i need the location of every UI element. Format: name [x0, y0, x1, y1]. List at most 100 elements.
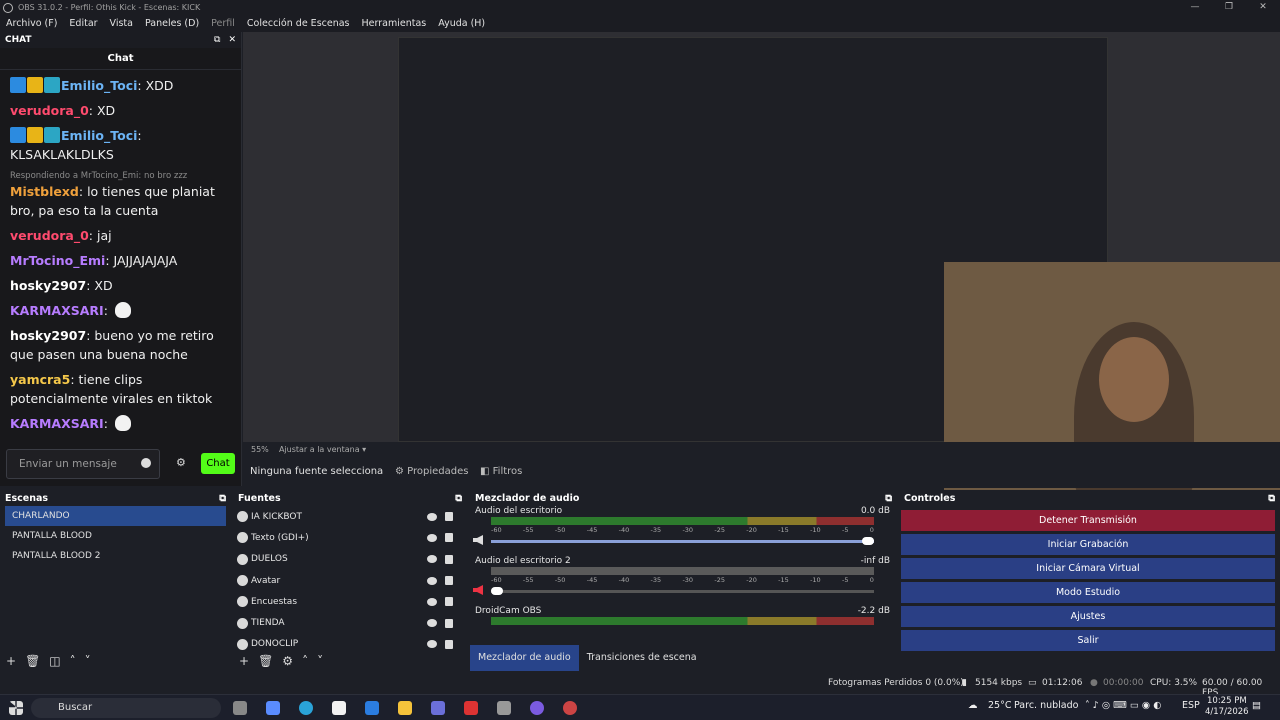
lock-icon[interactable]: [445, 597, 453, 607]
preview-canvas[interactable]: [243, 32, 1280, 507]
level-meter: [491, 567, 874, 575]
minimize-icon[interactable]: —: [1178, 0, 1212, 15]
task-view-icon[interactable]: [233, 701, 247, 715]
speaker-icon[interactable]: [473, 585, 483, 595]
scene-item[interactable]: PANTALLA BLOOD 2: [5, 546, 226, 566]
lock-icon[interactable]: [445, 576, 453, 586]
float-icon[interactable]: ⧉: [455, 493, 462, 504]
slider-knob[interactable]: [491, 587, 503, 595]
notification-icon[interactable]: ▤: [1252, 700, 1261, 711]
source-item[interactable]: Encuestas: [233, 591, 467, 612]
menu-item-4[interactable]: Perfil: [211, 18, 235, 29]
tray-icons[interactable]: ˄ ♪ ◎ ⌨ ▭ ◉ ◐: [1085, 700, 1162, 711]
menu-item-1[interactable]: Editar: [69, 18, 97, 29]
source-item[interactable]: Texto (GDI+): [233, 527, 467, 548]
chat-username: Mistblexd: [10, 184, 79, 199]
scene-item[interactable]: CHARLANDO: [5, 506, 226, 526]
start-icon[interactable]: [9, 701, 23, 715]
mixer-tab[interactable]: Mezclador de audio: [470, 645, 579, 671]
properties-button[interactable]: ⚙ Propiedades: [395, 466, 468, 477]
add-icon[interactable]: +: [239, 654, 249, 668]
add-icon[interactable]: +: [6, 654, 16, 668]
menu-item-6[interactable]: Herramientas: [362, 18, 427, 29]
control-button[interactable]: Ajustes: [901, 606, 1275, 627]
mixer-tabs: Mezclador de audio Transiciones de escena: [470, 645, 705, 671]
control-button[interactable]: Salir: [901, 630, 1275, 651]
lock-icon[interactable]: [445, 618, 453, 628]
taskbar-search[interactable]: Buscar: [31, 698, 221, 718]
lock-icon[interactable]: [445, 533, 453, 543]
close-icon[interactable]: ✕: [1246, 0, 1280, 15]
up-icon[interactable]: ˄: [302, 654, 308, 668]
source-item[interactable]: DUELOS: [233, 549, 467, 570]
up-icon[interactable]: ˄: [70, 654, 76, 668]
chat-text: XD: [94, 278, 113, 293]
menu-item-5[interactable]: Colección de Escenas: [247, 18, 350, 29]
menu-item-3[interactable]: Paneles (D): [145, 18, 199, 29]
eye-icon[interactable]: [427, 512, 437, 521]
file-explorer-icon[interactable]: [398, 701, 412, 715]
menu-item-0[interactable]: Archivo (F): [6, 18, 57, 29]
eye-icon[interactable]: [427, 555, 437, 564]
obs-taskbar-icon[interactable]: [563, 701, 577, 715]
maximize-icon[interactable]: ❐: [1212, 0, 1246, 15]
close-dock-icon[interactable]: ✕: [228, 35, 236, 45]
store-icon[interactable]: [332, 701, 346, 715]
source-item[interactable]: Avatar: [233, 570, 467, 591]
language[interactable]: ESP: [1182, 700, 1200, 711]
clock-date[interactable]: 4/17/2026: [1205, 707, 1249, 717]
filter-icon[interactable]: ◫: [49, 654, 60, 668]
control-button[interactable]: Iniciar Cámara Virtual: [901, 558, 1275, 579]
lock-icon[interactable]: [445, 554, 453, 564]
source-item[interactable]: TIENDA: [233, 612, 467, 633]
eye-icon[interactable]: [427, 640, 437, 649]
chat-send-button[interactable]: Chat: [201, 453, 235, 474]
eye-icon[interactable]: [427, 576, 437, 585]
speaker-icon[interactable]: [473, 535, 483, 545]
valorant-icon[interactable]: [464, 701, 478, 715]
down-icon[interactable]: ˅: [85, 654, 91, 668]
filters-button[interactable]: ◧ Filtros: [480, 466, 522, 477]
mixer-tab[interactable]: Transiciones de escena: [579, 645, 705, 671]
lock-icon[interactable]: [445, 639, 453, 649]
discord-icon[interactable]: [530, 701, 544, 715]
source-item[interactable]: DONOCLIP: [233, 634, 467, 655]
weather-icon: ☁: [968, 700, 978, 711]
chat-settings-gear-icon[interactable]: ⚙: [176, 457, 188, 469]
outlook-icon[interactable]: [365, 701, 379, 715]
clock-time[interactable]: 10:25 PM: [1207, 696, 1247, 706]
float-icon[interactable]: ⧉: [1268, 493, 1275, 504]
lock-icon[interactable]: [445, 512, 453, 522]
chat-username: KARMAXSARI: [10, 416, 104, 431]
scale-tick: -60: [491, 576, 502, 584]
slider-knob[interactable]: [862, 537, 874, 545]
control-button[interactable]: Modo Estudio: [901, 582, 1275, 603]
menu-item-7[interactable]: Ayuda (H): [438, 18, 485, 29]
float-icon[interactable]: ⧉: [219, 493, 226, 504]
badge-icon: [27, 127, 43, 143]
app-icon[interactable]: [497, 701, 511, 715]
menu-item-2[interactable]: Vista: [110, 18, 133, 29]
trash-icon[interactable]: 🗑: [258, 654, 273, 668]
control-button[interactable]: Detener Transmisión: [901, 510, 1275, 531]
copilot-icon[interactable]: [266, 701, 280, 715]
scene-item[interactable]: PANTALLA BLOOD: [5, 526, 226, 546]
emoji-icon[interactable]: [141, 458, 151, 468]
float-icon[interactable]: ⧉: [885, 493, 892, 504]
eye-icon[interactable]: [427, 597, 437, 606]
scale-tick: -25: [714, 526, 725, 534]
volume-slider[interactable]: [491, 587, 874, 595]
eye-icon[interactable]: [427, 533, 437, 542]
teams-icon[interactable]: [431, 701, 445, 715]
source-item[interactable]: IA KICKBOT: [233, 506, 467, 527]
gear-icon[interactable]: ⚙: [282, 654, 293, 668]
control-button[interactable]: Iniciar Grabación: [901, 534, 1275, 555]
eye-icon[interactable]: [427, 619, 437, 628]
meter-scale: -60 -55 -50 -45 -40 -35 -30 -25 -20 -15 -10 -5 0: [491, 576, 874, 584]
down-icon[interactable]: ˅: [317, 654, 323, 668]
edge-icon[interactable]: [299, 701, 313, 715]
float-icon[interactable]: ⧉: [214, 35, 220, 45]
trash-icon[interactable]: 🗑: [25, 654, 40, 668]
chat-input[interactable]: Enviar un mensaje: [6, 449, 160, 479]
volume-slider[interactable]: [491, 537, 874, 545]
